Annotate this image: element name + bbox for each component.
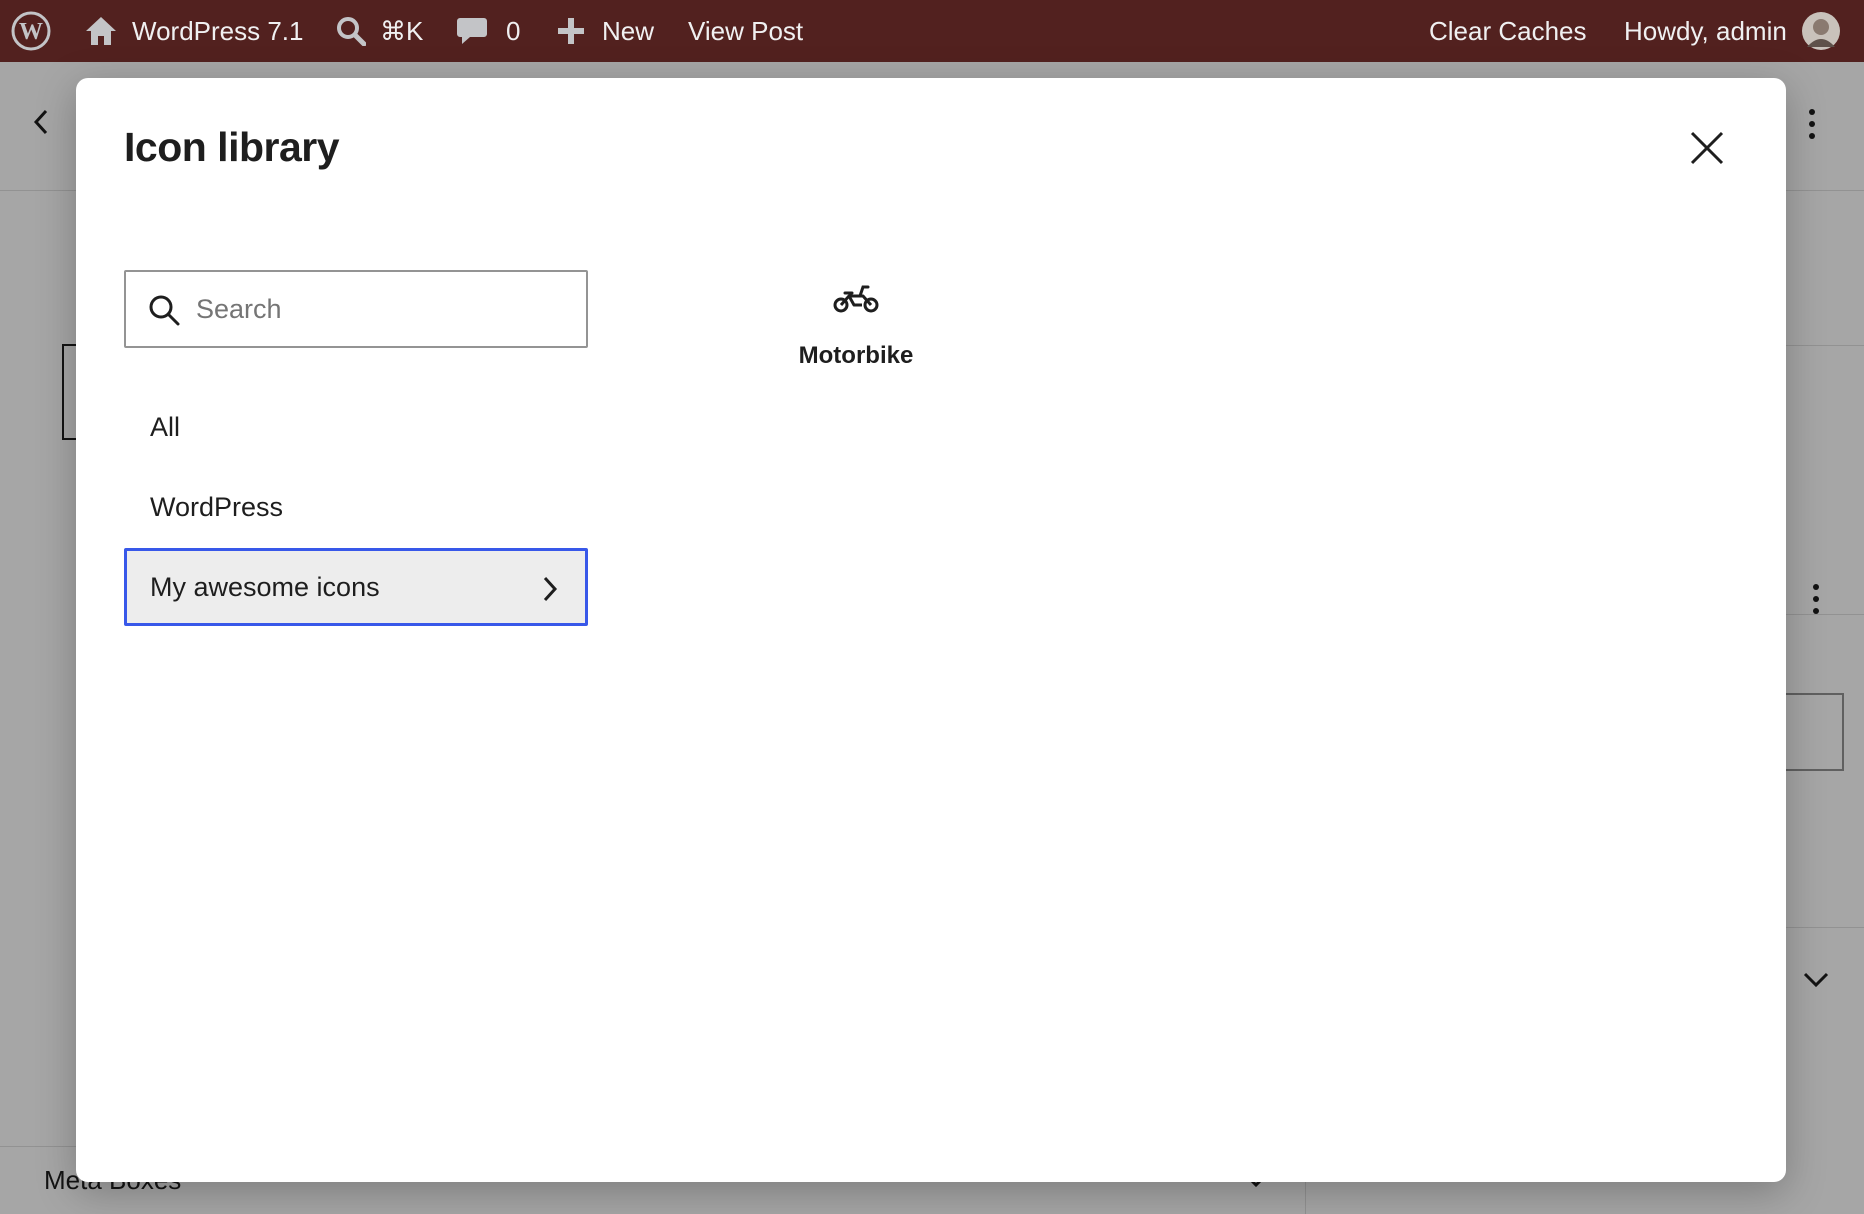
motorbike-icon [832,280,880,321]
search-input[interactable] [196,286,566,332]
wordpress-logo-icon[interactable]: W [10,0,52,62]
howdy-label: Howdy, admin [1624,15,1787,46]
comment-bubble-icon [456,16,488,46]
site-name-link[interactable]: WordPress 7.1 [84,0,303,62]
category-list: All WordPress My awesome icons [124,388,588,628]
clear-caches-label: Clear Caches [1429,15,1587,46]
plus-icon [556,16,586,46]
avatar [1801,11,1841,51]
chevron-right-icon [541,575,559,610]
new-content-link[interactable]: New [556,0,654,62]
modal-title: Icon library [124,124,340,170]
command-shortcut-label: ⌘K [380,15,424,46]
command-palette-button[interactable]: ⌘K [336,0,423,62]
icon-tile-motorbike[interactable]: Motorbike [776,258,936,388]
category-label: My awesome icons [150,571,380,602]
icon-name-label: Motorbike [798,342,914,369]
new-label: New [602,15,655,46]
category-label: All [150,411,181,442]
comments-link[interactable]: 0 [456,0,520,62]
category-wordpress[interactable]: WordPress [124,468,588,546]
clear-caches-link[interactable]: Clear Caches [1429,0,1587,62]
svg-text:W: W [19,19,43,45]
search-icon [336,16,366,46]
close-icon [1690,131,1724,170]
search-icon [148,294,180,331]
category-label: WordPress [150,491,284,522]
icon-library-modal: Icon library All WordPress My awesome ic… [76,78,1786,1182]
admin-bar: W WordPress 7.1 ⌘K 0 New View Post Clear… [0,0,1864,62]
search-field[interactable] [124,270,588,348]
my-account-link[interactable]: Howdy, admin [1624,0,1841,62]
close-button[interactable] [1680,123,1734,177]
view-post-link[interactable]: View Post [688,0,803,62]
comments-count: 0 [506,15,521,46]
site-name-label: WordPress 7.1 [132,15,304,46]
category-all[interactable]: All [124,388,588,466]
view-post-label: View Post [688,15,804,46]
category-my-awesome-icons[interactable]: My awesome icons [124,548,588,626]
home-icon [84,15,118,47]
